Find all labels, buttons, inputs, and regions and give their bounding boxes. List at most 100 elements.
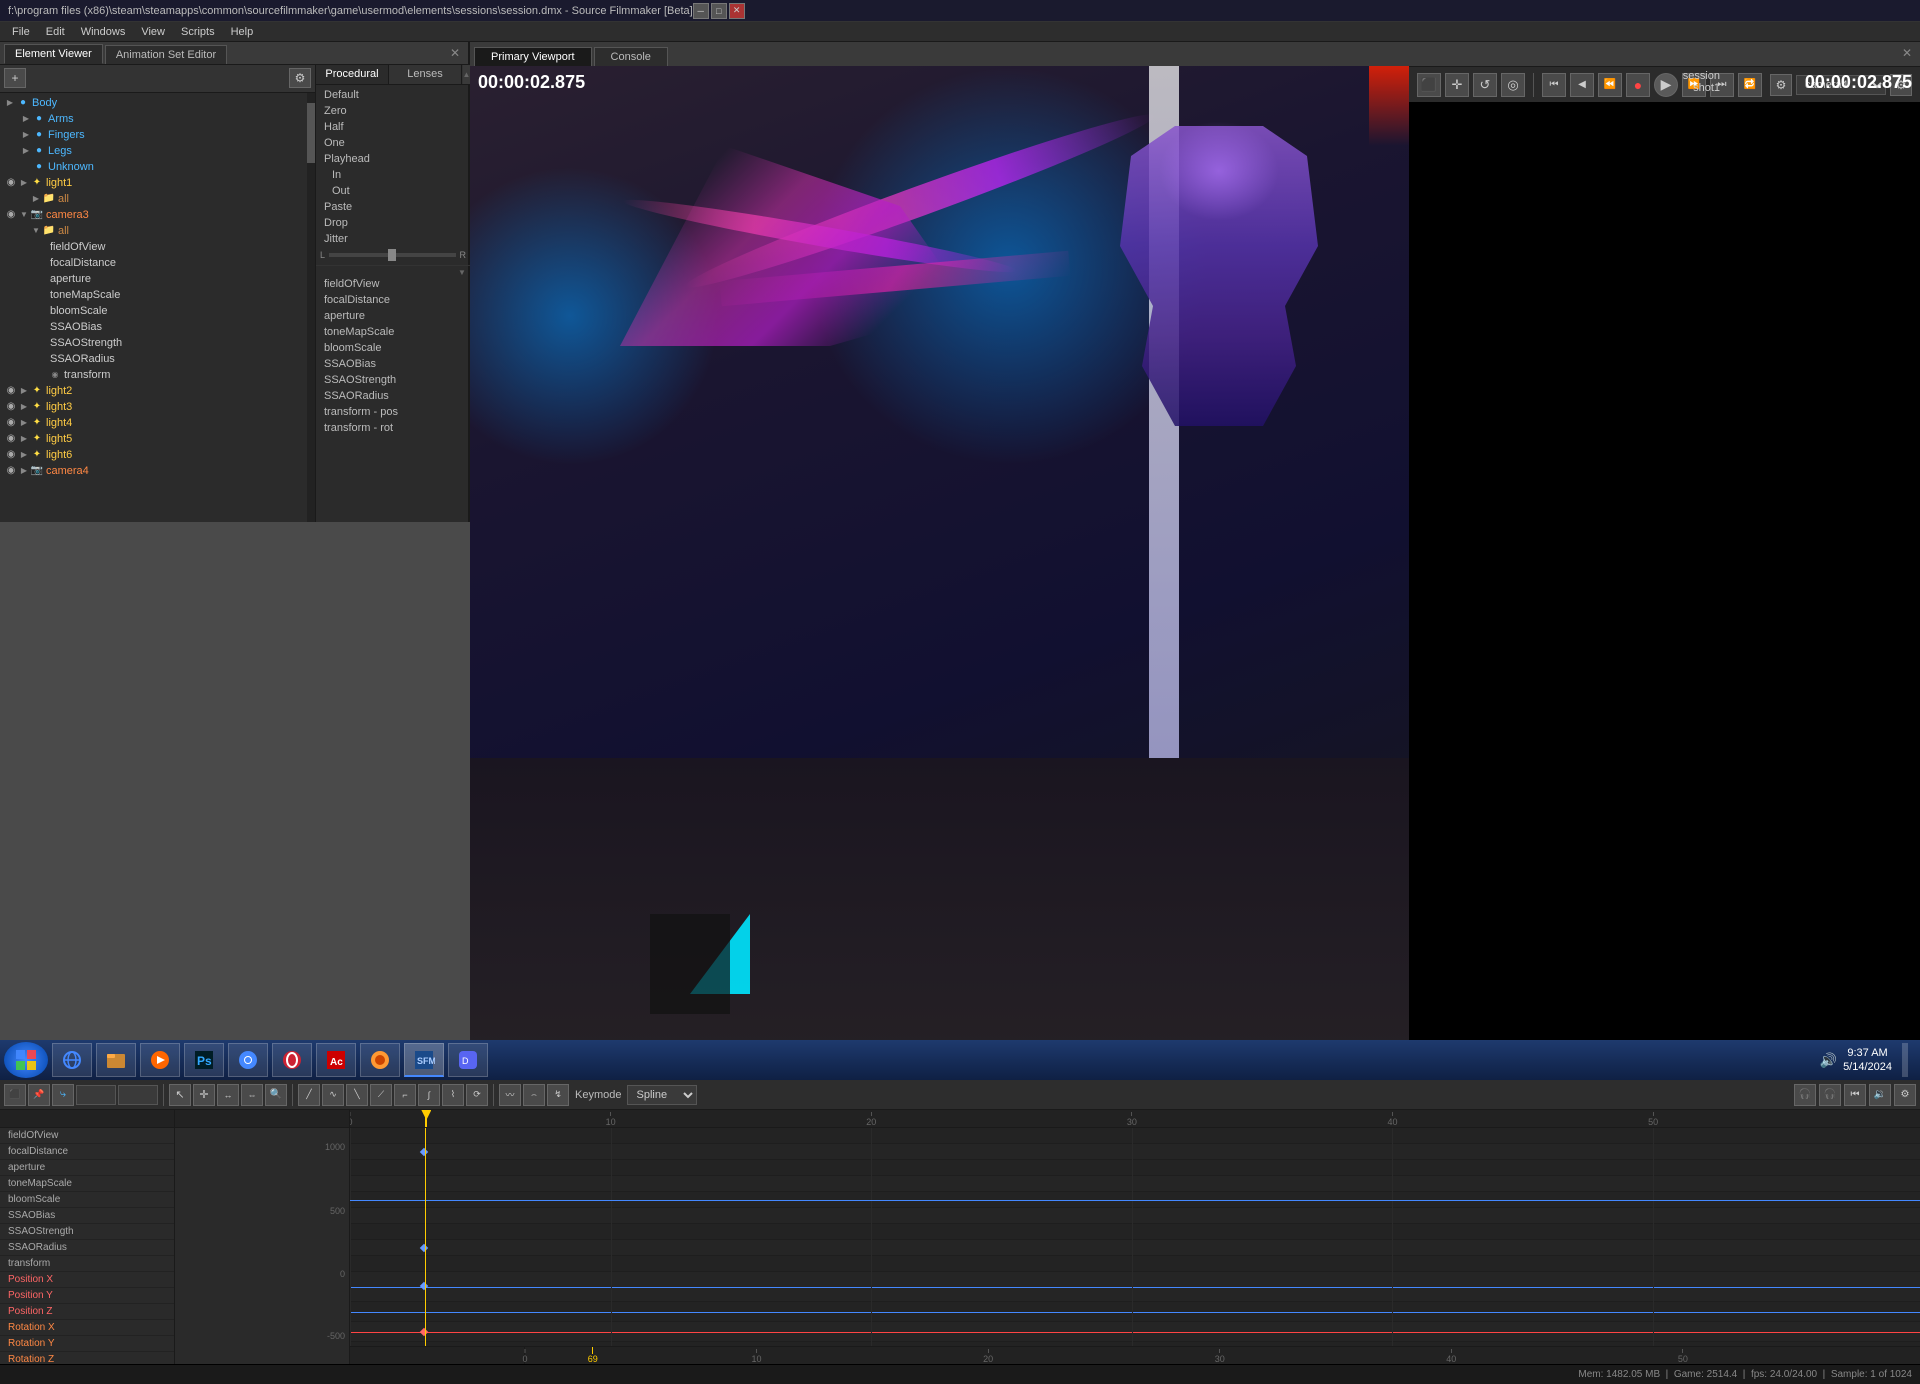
tl-zoom[interactable]: 🔍 xyxy=(265,1084,287,1106)
tree-item-arms[interactable]: ▶ ● Arms xyxy=(0,111,307,127)
taskbar-sfm[interactable]: SFM xyxy=(404,1043,444,1077)
eye-light6[interactable]: ◉ xyxy=(4,448,18,462)
tab-console[interactable]: Console xyxy=(594,47,668,66)
expand-light5[interactable]: ▶ xyxy=(18,433,30,445)
tree-item-ssaostrength[interactable]: SSAOStrength xyxy=(0,335,307,351)
menu-edit[interactable]: Edit xyxy=(38,24,73,40)
tree-item-aperture[interactable]: aperture xyxy=(0,271,307,287)
proc-ssaobias[interactable]: SSAOBias xyxy=(316,356,470,372)
expand-legs[interactable]: ▶ xyxy=(20,145,32,157)
ctrl-prev-end[interactable]: ⏮ xyxy=(1542,73,1566,97)
tl-smooth[interactable]: ⌢ xyxy=(523,1084,545,1106)
tree-item-light5[interactable]: ◉ ▶ ✦ light5 xyxy=(0,431,307,447)
tree-item-light1[interactable]: ◉ ▶ ✦ light1 xyxy=(0,175,307,191)
tree-item-unknown[interactable]: ● Unknown xyxy=(0,159,307,175)
eye-light1[interactable]: ◉ xyxy=(4,176,18,190)
menu-scripts[interactable]: Scripts xyxy=(173,24,223,40)
tree-item-fov[interactable]: fieldOfView xyxy=(0,239,307,255)
eye-transform[interactable]: ◉ xyxy=(48,368,62,382)
tl-snap[interactable]: 📌 xyxy=(28,1084,50,1106)
taskbar-firefox[interactable] xyxy=(360,1043,400,1077)
proc-jitter[interactable]: Jitter xyxy=(316,231,470,247)
proc-transform-rot[interactable]: transform - rot xyxy=(316,420,470,436)
expand-camera3[interactable]: ▼ xyxy=(18,209,30,221)
expand-light6[interactable]: ▶ xyxy=(18,449,30,461)
ctrl-prev-frame[interactable]: ◀ xyxy=(1570,73,1594,97)
ctrl-rotate-button[interactable]: ↺ xyxy=(1473,73,1497,97)
taskbar-photoshop[interactable]: Ps xyxy=(184,1043,224,1077)
tree-item-light4[interactable]: ◉ ▶ ✦ light4 xyxy=(0,415,307,431)
tree-item-tonemap[interactable]: toneMapScale xyxy=(0,287,307,303)
expand-light3[interactable]: ▶ xyxy=(18,401,30,413)
tl-add-channel[interactable]: ⤷ xyxy=(52,1084,74,1106)
key-posz[interactable] xyxy=(419,1328,427,1336)
tl-cycle[interactable]: ⟳ xyxy=(466,1084,488,1106)
proc-ssaoradius[interactable]: SSAORadius xyxy=(316,388,470,404)
ctrl-select-button[interactable]: ⬛ xyxy=(1417,73,1441,97)
eye-light4[interactable]: ◉ xyxy=(4,416,18,430)
expand-body[interactable]: ▶ xyxy=(4,97,16,109)
tl-linear[interactable]: ⟋ xyxy=(370,1084,392,1106)
expand-unknown[interactable] xyxy=(20,161,32,173)
tree-item-camera4[interactable]: ◉ ▶ 📷 camera4 xyxy=(0,463,307,479)
tl-bezier[interactable]: ∫ xyxy=(418,1084,440,1106)
tl-step[interactable]: ⌐ xyxy=(394,1084,416,1106)
taskbar-chrome[interactable] xyxy=(228,1043,268,1077)
taskbar-acrobat[interactable]: Ac xyxy=(316,1043,356,1077)
proc-drop[interactable]: Drop xyxy=(316,215,470,231)
tl-move-key[interactable]: ✛ xyxy=(193,1084,215,1106)
expand-camera4[interactable]: ▶ xyxy=(18,465,30,477)
tree-item-bloom[interactable]: bloomScale xyxy=(0,303,307,319)
proc-tonemapscale[interactable]: toneMapScale xyxy=(316,324,470,340)
tl-ease-out[interactable]: ╲ xyxy=(346,1084,368,1106)
menu-help[interactable]: Help xyxy=(223,24,262,40)
key-posx[interactable] xyxy=(419,1282,427,1290)
ctrl-focus-button[interactable]: ◎ xyxy=(1501,73,1525,97)
tree-item-focal[interactable]: focalDistance xyxy=(0,255,307,271)
tl-spline-select[interactable]: Spline xyxy=(627,1085,697,1105)
viewport-close[interactable]: ✕ xyxy=(1902,46,1912,60)
expand-light1[interactable]: ▶ xyxy=(18,177,30,189)
expand-arms[interactable]: ▶ xyxy=(20,113,32,125)
eye-light5[interactable]: ◉ xyxy=(4,432,18,446)
tree-item-light3[interactable]: ◉ ▶ ✦ light3 xyxy=(0,399,307,415)
tree-item-fingers[interactable]: ▶ ● Fingers xyxy=(0,127,307,143)
tl-tension[interactable]: ⌇ xyxy=(442,1084,464,1106)
expand-light2[interactable]: ▶ xyxy=(18,385,30,397)
tab-element-viewer[interactable]: Element Viewer xyxy=(4,44,103,64)
element-tree-vscroll[interactable] xyxy=(307,93,315,522)
tl-scale-key[interactable]: ↔ xyxy=(217,1084,239,1106)
proc-half[interactable]: Half xyxy=(316,119,470,135)
expand-fingers[interactable]: ▶ xyxy=(20,129,32,141)
proc-fieldofview[interactable]: fieldOfView xyxy=(316,276,470,292)
add-element-button[interactable]: + xyxy=(4,68,26,88)
taskbar-opera[interactable] xyxy=(272,1043,312,1077)
ctrl-move-button[interactable]: ✛ xyxy=(1445,73,1469,97)
procedural-scroll-up[interactable]: ▲ xyxy=(462,65,470,84)
ctrl-prev-key[interactable]: ⏪ xyxy=(1598,73,1622,97)
proc-scroll-btn[interactable]: ▼ xyxy=(458,268,466,276)
tab-primary-viewport[interactable]: Primary Viewport xyxy=(474,47,592,66)
tl-start-input[interactable] xyxy=(76,1085,116,1105)
taskbar-discord[interactable]: D xyxy=(448,1043,488,1077)
eye-camera4[interactable]: ◉ xyxy=(4,464,18,478)
tl-headphone-r[interactable]: 🎧 xyxy=(1819,1084,1841,1106)
tab-procedural[interactable]: Procedural xyxy=(316,65,389,84)
tl-end-input[interactable] xyxy=(118,1085,158,1105)
taskbar-ie[interactable] xyxy=(52,1043,92,1077)
proc-playhead[interactable]: Playhead xyxy=(316,151,470,167)
slider-thumb[interactable] xyxy=(388,249,396,261)
proc-one[interactable]: One xyxy=(316,135,470,151)
proc-in[interactable]: In xyxy=(316,167,470,183)
proc-ssaostrength[interactable]: SSAOStrength xyxy=(316,372,470,388)
menu-file[interactable]: File xyxy=(4,24,38,40)
eye-camera3[interactable]: ◉ xyxy=(4,208,18,222)
key-ssaoradius[interactable] xyxy=(419,1244,427,1252)
proc-zero[interactable]: Zero xyxy=(316,103,470,119)
taskbar-start[interactable] xyxy=(4,1042,48,1078)
eye-light3[interactable]: ◉ xyxy=(4,400,18,414)
tl-slide-key[interactable]: ⇔ xyxy=(241,1084,263,1106)
tl-settings[interactable]: ⚙ xyxy=(1894,1084,1916,1106)
ctrl-loop-button[interactable]: 🔁 xyxy=(1738,73,1762,97)
element-settings-button[interactable]: ⚙ xyxy=(289,68,311,88)
